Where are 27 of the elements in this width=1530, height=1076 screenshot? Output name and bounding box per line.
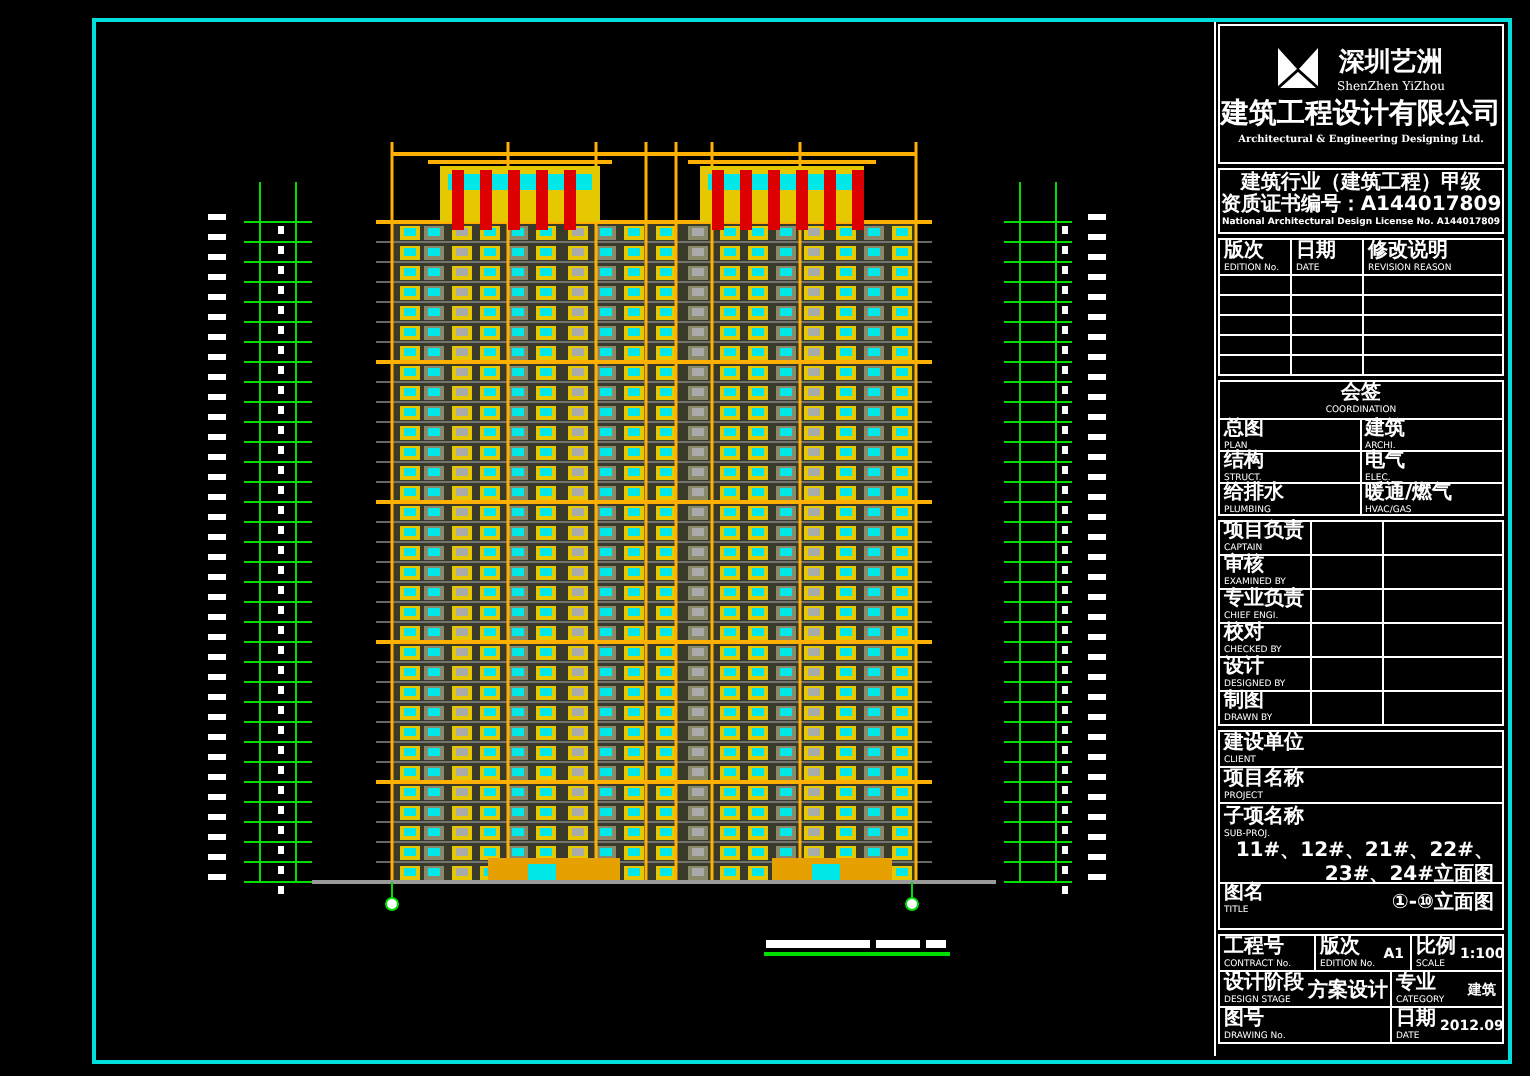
label-text: 日期 bbox=[1396, 1009, 1436, 1029]
qualification-text: 建筑行业（建筑工程）甲级 bbox=[1241, 172, 1481, 194]
field-value: ①-⑩立面图 bbox=[1391, 888, 1494, 916]
label-text: 工程号 bbox=[1224, 937, 1286, 957]
label-text: 建设单位 bbox=[1224, 733, 1304, 753]
table-cell bbox=[1292, 336, 1364, 356]
label-text: 版次 bbox=[1320, 937, 1362, 957]
field-value: 方案设计 bbox=[1308, 976, 1388, 1003]
label-text: 版次 bbox=[1224, 241, 1266, 261]
label-text: 日期 bbox=[1296, 241, 1336, 261]
company-full-name: 建筑工程设计有限公司 bbox=[1221, 95, 1501, 131]
axis-bubble-icon bbox=[385, 881, 399, 911]
label-text: 修改说明 bbox=[1368, 241, 1450, 261]
logo-icon bbox=[1276, 46, 1321, 90]
company-name: 深圳艺洲 bbox=[1339, 45, 1443, 79]
table-cell bbox=[1292, 316, 1364, 336]
label-text: 子项名称 bbox=[1224, 808, 1304, 828]
label-text: 设计阶段 bbox=[1224, 973, 1304, 993]
label-text: 专业 bbox=[1396, 973, 1438, 993]
label-text: 项目名称 bbox=[1224, 769, 1304, 789]
section-title: 会签 bbox=[1341, 384, 1381, 404]
table-cell bbox=[1292, 296, 1364, 316]
axis-bubble-icon bbox=[905, 881, 919, 911]
label-text: 电气 bbox=[1365, 451, 1405, 471]
label-text: 图号 bbox=[1224, 1009, 1266, 1029]
qualification-text: 资质证书编号：A144017809 bbox=[1220, 194, 1502, 216]
label-text: 比例 bbox=[1416, 937, 1456, 957]
